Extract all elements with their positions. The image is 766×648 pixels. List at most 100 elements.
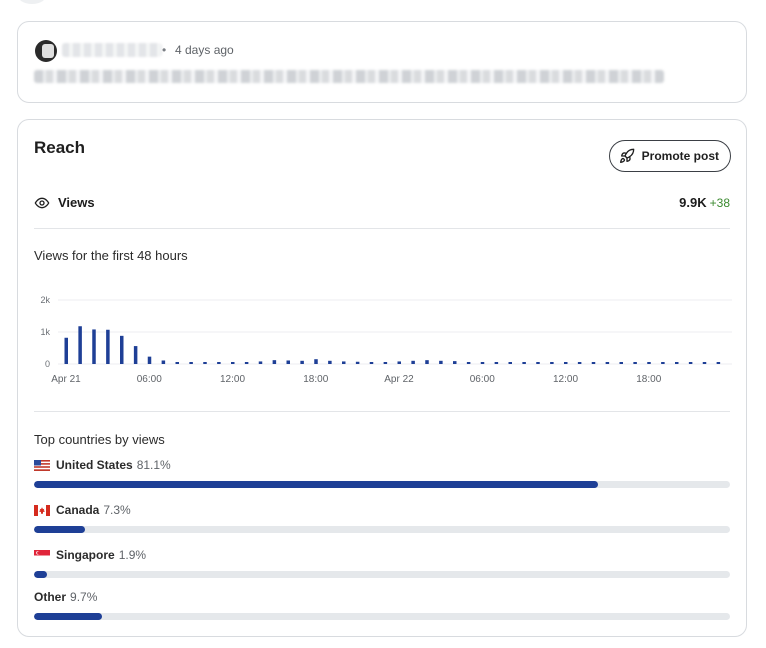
country-bar-track: [34, 481, 730, 488]
chart-bar: [258, 361, 263, 364]
promote-post-label: Promote post: [641, 149, 719, 163]
chart-bar: [217, 362, 221, 364]
chart-bar: [577, 362, 582, 364]
chart-bar: [453, 361, 457, 364]
country-percent: 7.3%: [103, 503, 131, 517]
views-row: Views 9.9K +38: [34, 193, 730, 213]
chart-bar: [369, 362, 374, 364]
chart-bar: [161, 360, 166, 364]
x-tick-label: 12:00: [220, 374, 245, 385]
chart-bar: [716, 362, 721, 364]
country-name: Canada: [56, 503, 100, 517]
chart-bar: [466, 362, 471, 364]
chart-bar: [564, 362, 568, 364]
chart-bar: [92, 329, 96, 364]
y-tick-label: 2k: [40, 295, 50, 305]
country-name: United States: [56, 458, 133, 472]
y-tick-label: 1k: [40, 327, 50, 337]
chart-bar: [536, 362, 540, 364]
chart-bar: [244, 362, 249, 364]
back-button[interactable]: [17, 0, 47, 4]
post-text-redacted: [34, 70, 664, 83]
chart-bar: [397, 361, 401, 364]
country-name: Other: [34, 590, 67, 604]
chart-bar: [342, 361, 346, 364]
divider: [34, 228, 730, 229]
country-row: Other 9.7%: [34, 590, 730, 622]
chart-bar: [688, 362, 693, 364]
countries-title: Top countries by views: [34, 432, 165, 447]
chart-bar: [78, 326, 82, 364]
chart-bar: [383, 362, 388, 364]
chart-bar: [522, 362, 526, 364]
post-author-redacted: [62, 43, 162, 57]
chart-bar: [605, 362, 610, 364]
country-row: Canada 7.3%: [34, 503, 730, 535]
x-tick-label: 12:00: [553, 374, 578, 385]
chart-bar: [120, 335, 124, 364]
chart-bar: [633, 362, 637, 364]
views-chart: 0 1k 2k Apr 21 06:00 12:00 18:00 Apr 22 06:00 12:…: [40, 295, 732, 385]
chart-bar: [439, 360, 443, 364]
country-name: Singapore: [56, 548, 115, 562]
x-tick-label: 18:00: [636, 374, 661, 385]
chart-bar: [480, 362, 485, 364]
country-bar-fill: [34, 481, 599, 488]
x-tick-label: Apr 22: [384, 374, 414, 385]
country-percent: 9.7%: [70, 590, 98, 604]
x-tick-label: 18:00: [303, 374, 328, 385]
reach-card: Reach Promote post Views 9.9K +38 Views f…: [17, 119, 747, 637]
chart-bar: [425, 360, 429, 364]
country-bar-track: [34, 571, 730, 578]
views-total: 9.9K +38: [679, 195, 730, 210]
divider: [34, 411, 730, 412]
chart-title: Views for the first 48 hours: [34, 248, 188, 263]
chart-bar: [203, 362, 207, 364]
chart-bar: [494, 362, 499, 364]
chart-bar: [231, 362, 235, 364]
chart-bar: [314, 359, 318, 364]
chart-bar: [106, 329, 110, 364]
section-title: Reach: [34, 138, 86, 157]
chart-bar: [591, 362, 596, 364]
country-bar-track: [34, 613, 730, 620]
chart-bar: [619, 362, 623, 364]
chart-bar: [647, 362, 651, 364]
country-percent: 1.9%: [118, 548, 147, 562]
chart-bar: [661, 362, 665, 364]
chart-bar: [675, 362, 679, 364]
x-tick-label: Apr 21: [51, 374, 81, 385]
post-card[interactable]: • 4 days ago: [17, 21, 747, 103]
country-row: United States 81.1%: [34, 458, 730, 490]
chart-bar: [147, 356, 152, 364]
country-percent: 81.1%: [136, 458, 171, 472]
country-bar-track: [34, 526, 730, 533]
sg-flag-icon: [34, 549, 50, 561]
chart-bar: [508, 362, 512, 364]
post-timestamp: 4 days ago: [175, 43, 234, 57]
x-tick-label: 06:00: [470, 374, 495, 385]
chart-bar: [702, 362, 707, 364]
us-flag-icon: [34, 459, 50, 471]
promote-post-button[interactable]: Promote post: [608, 140, 731, 172]
ca-flag-icon: [34, 504, 50, 516]
chart-bar: [328, 360, 332, 364]
chart-bar: [286, 360, 290, 364]
views-total-value: 9.9K: [679, 195, 707, 210]
chart-bar: [133, 346, 138, 364]
chart-bar: [64, 337, 68, 364]
chart-bar: [175, 362, 179, 364]
y-tick-label: 0: [45, 359, 50, 369]
country-bar-fill: [34, 571, 48, 578]
separator-dot: •: [162, 43, 167, 57]
chart-bar: [272, 360, 277, 364]
rocket-icon: [619, 148, 634, 163]
views-label: Views: [58, 195, 95, 210]
chart-bar: [300, 360, 304, 364]
chart-bar: [550, 362, 554, 364]
chart-bar: [355, 361, 360, 364]
chart-bar: [411, 360, 415, 364]
country-row: Singapore 1.9%: [34, 548, 730, 580]
views-delta: +38: [709, 196, 730, 210]
country-bar-fill: [34, 526, 85, 533]
